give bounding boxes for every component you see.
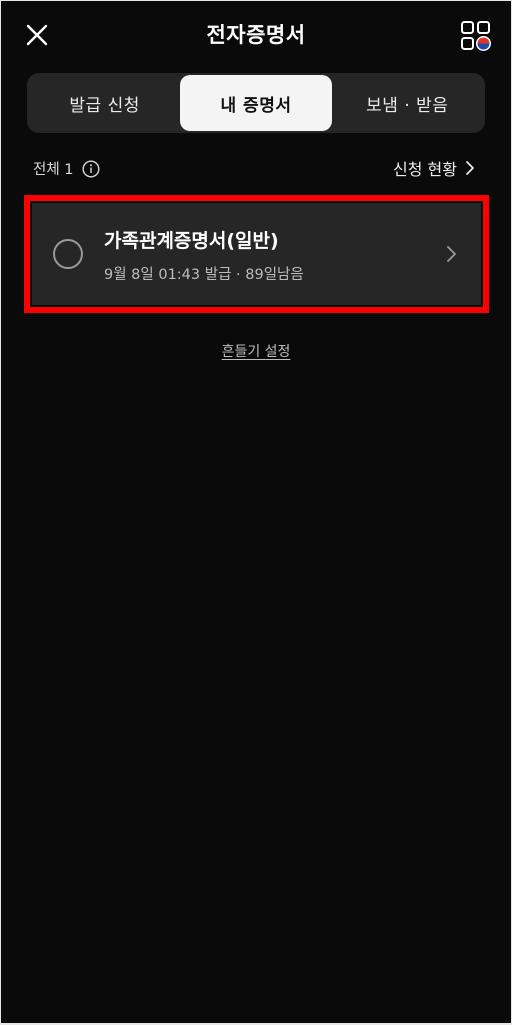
chevron-right-icon: [466, 161, 474, 175]
menu-button[interactable]: [459, 19, 493, 53]
tab-sent-received[interactable]: 보냄 · 받음: [332, 75, 483, 131]
tab-apply[interactable]: 발급 신청: [29, 75, 180, 131]
grid-menu-icon: [461, 21, 491, 51]
segmented-tabs: 발급 신청 내 증명서 보냄 · 받음: [27, 73, 485, 133]
tab-my-certificates[interactable]: 내 증명서: [180, 75, 332, 131]
info-icon[interactable]: [82, 159, 100, 178]
certificate-card[interactable]: 가족관계증명서(일반) 9월 8일 01:43 발급 · 89일남음: [32, 203, 481, 305]
select-radio[interactable]: [53, 239, 83, 269]
certificate-title: 가족관계증명서(일반): [104, 230, 279, 252]
total-count: 전체 1: [33, 158, 100, 179]
certificate-issue-info: 9월 8일 01:43 발급 · 89일남음: [104, 267, 304, 283]
application-status-label: 신청 현황: [393, 160, 457, 179]
shake-settings-label: 흔들기 설정: [221, 344, 291, 360]
app-screen: 전자증명서 발급 신청 내 증명서 보냄 · 받음 전체 1 신청 현황 가족관…: [1, 1, 511, 1023]
application-status-link[interactable]: 신청 현황: [393, 156, 475, 180]
page-title: 전자증명서: [206, 23, 306, 47]
chevron-right-icon: [447, 246, 456, 262]
top-bar: 전자증명서: [1, 1, 511, 69]
shake-settings-link[interactable]: 흔들기 설정: [1, 341, 511, 361]
total-count-label: 전체 1: [33, 162, 74, 178]
